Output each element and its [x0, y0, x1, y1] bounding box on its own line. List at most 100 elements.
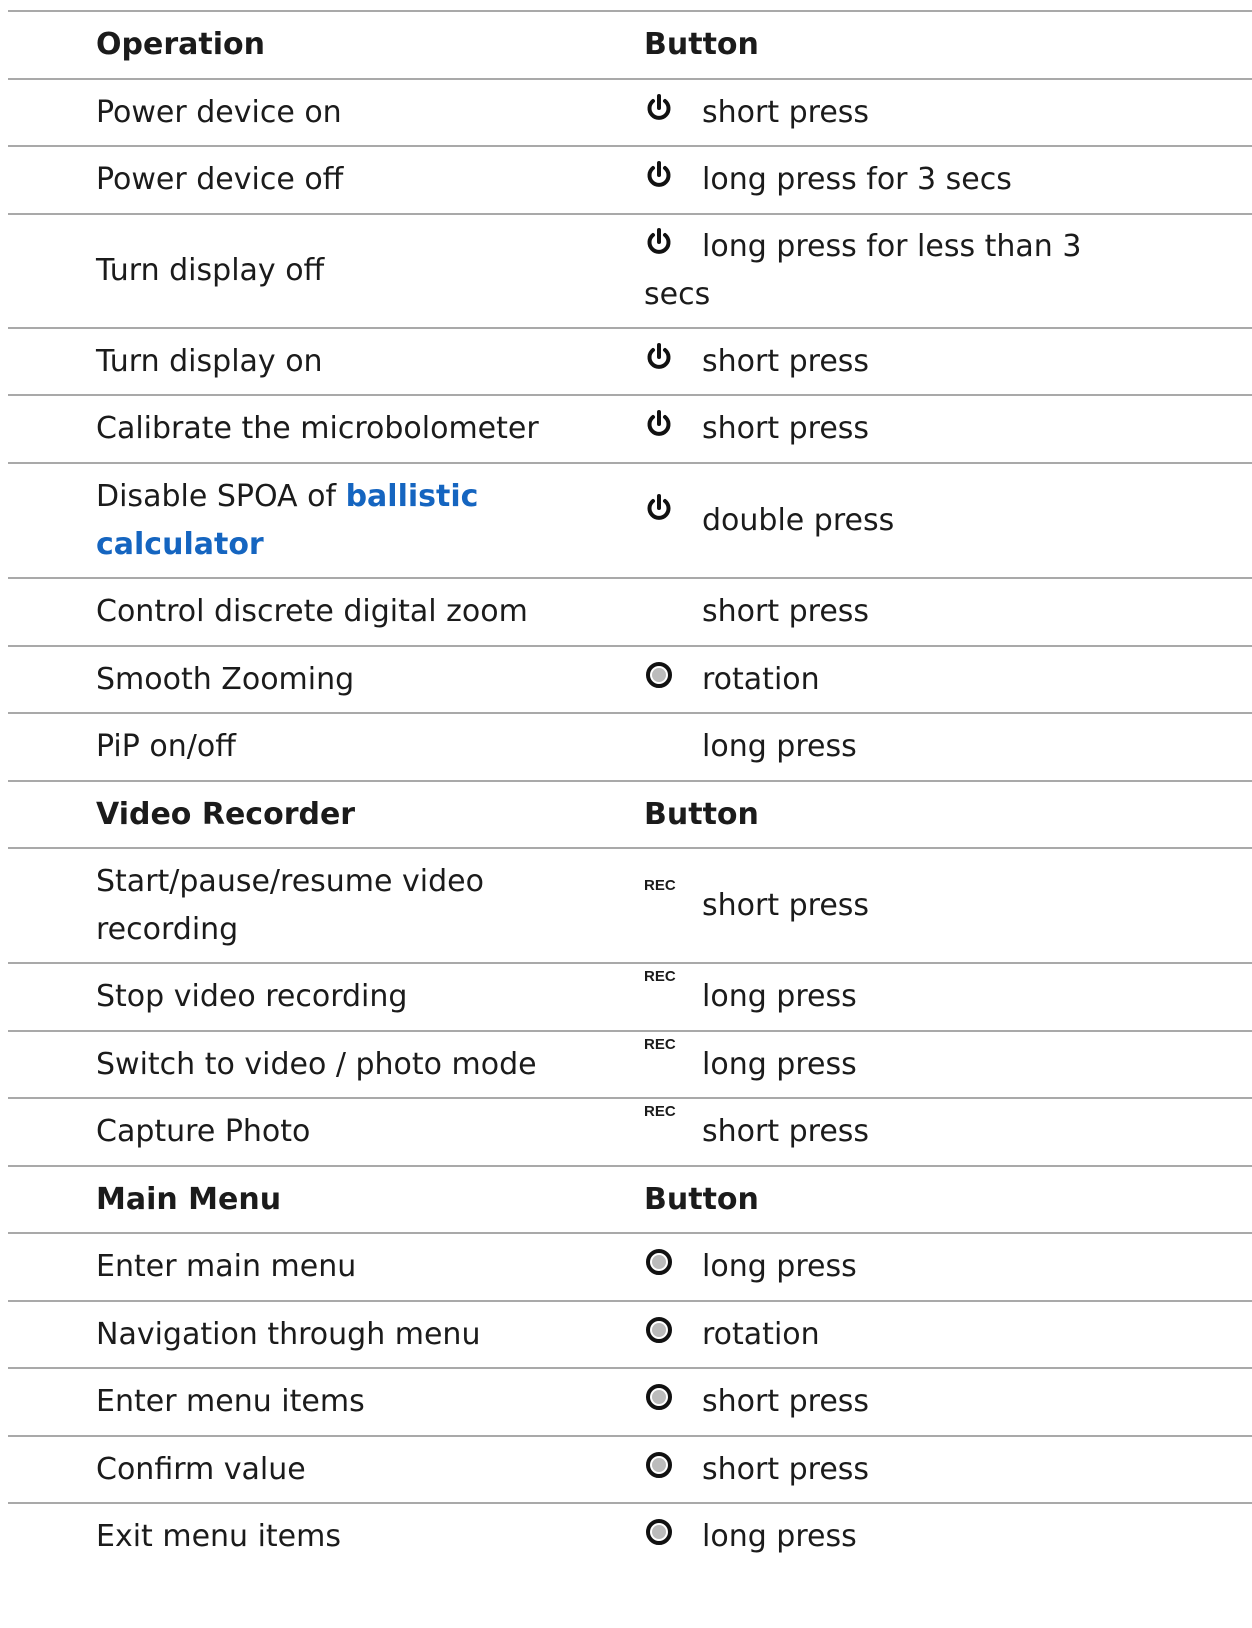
power-icon: [647, 342, 671, 369]
operation-cell: Turn display on: [96, 343, 323, 379]
operation-text: Disable SPOA of: [96, 478, 346, 514]
table-row: Calibrate the microbolometer short press: [8, 394, 1252, 462]
action-text-line2: secs: [644, 277, 711, 312]
header-main-menu: Main Menu: [96, 1181, 282, 1217]
table-row: Enter main menu long press: [8, 1232, 1252, 1300]
table-row: Confirm value short press: [8, 1435, 1252, 1502]
action-text: short press: [702, 594, 870, 629]
table-row: Switch to video / photo mode REC long pr…: [8, 1030, 1252, 1097]
table-row: Start/pause/resume video recording REC s…: [8, 847, 1252, 962]
table-row: Smooth Zooming rotation: [8, 645, 1252, 712]
action-text: short press: [702, 94, 870, 130]
table-row: Exit menu items long press: [8, 1502, 1252, 1570]
button-cell: short press: [640, 588, 1252, 636]
button-cell: REC long press: [640, 1037, 1252, 1089]
ballistic-calculator-link-line2[interactable]: calculator: [96, 527, 264, 562]
header-button: Button: [644, 796, 759, 832]
operation-cell: Power device off: [96, 162, 344, 197]
operation-cell: Turn display off: [96, 253, 325, 288]
operation-cell: PiP on/off: [96, 729, 236, 764]
action-text: short press: [702, 1384, 870, 1419]
operation-cell: Control discrete digital zoom: [96, 594, 528, 629]
button-cell: short press: [640, 1446, 1252, 1494]
table-row: Capture Photo REC short press: [8, 1097, 1252, 1165]
action-text: short press: [702, 1114, 870, 1149]
action-text: long press for 3 secs: [702, 162, 1012, 197]
header-video-recorder: Video Recorder: [96, 796, 356, 832]
dial-icon: [646, 1384, 672, 1410]
dial-icon: [646, 1316, 672, 1343]
button-cell: long press: [640, 1513, 1252, 1561]
button-cell: REC long press: [640, 969, 1252, 1021]
dial-icon: [646, 1249, 672, 1275]
button-cell: rotation: [640, 656, 1252, 704]
operation-cell: Enter main menu: [96, 1249, 357, 1284]
header-button: Button: [644, 27, 759, 62]
button-cell: short press: [640, 1378, 1252, 1426]
button-cell: REC short press: [640, 878, 1252, 930]
table-row: Power device on short press: [8, 78, 1252, 145]
rec-icon: REC: [644, 876, 676, 894]
operation-cell: Start/pause/resume video recording: [8, 858, 640, 954]
button-cell: rotation: [640, 1311, 1252, 1359]
action-text: short press: [702, 411, 870, 446]
controls-table: Operation Button Power device on short p…: [8, 10, 1252, 1570]
button-cell: double press: [640, 493, 1252, 545]
table-row: Power device off long press for 3 secs: [8, 145, 1252, 213]
operation-text-line1: Start/pause/resume video: [96, 863, 484, 899]
table-row: PiP on/off long press: [8, 712, 1252, 780]
dial-icon: [646, 661, 672, 688]
action-text: long press: [702, 1249, 857, 1284]
button-cell: long press: [640, 1243, 1252, 1291]
action-text: double press: [702, 502, 895, 538]
button-cell: long press for 3 secs: [640, 156, 1252, 204]
operation-cell: Disable SPOA of ballistic calculator: [8, 473, 640, 569]
operation-cell: Power device on: [96, 94, 342, 130]
table-row: Stop video recording REC long press: [8, 962, 1252, 1030]
header-button: Button: [644, 1181, 759, 1217]
button-cell: short press: [640, 338, 1252, 386]
video-header-row: Video Recorder Button: [8, 780, 1252, 847]
action-text: short press: [702, 887, 870, 923]
action-text: short press: [702, 1451, 870, 1487]
operation-cell: Calibrate the microbolometer: [96, 411, 539, 446]
operation-cell: Confirm value: [96, 1451, 306, 1487]
action-text: short press: [702, 343, 870, 379]
action-text: long press: [702, 1519, 857, 1554]
rec-icon: REC: [644, 1035, 676, 1053]
button-cell: long press: [640, 723, 1252, 771]
operation-text-line2: recording: [96, 911, 239, 947]
operation-header-row: Operation Button: [8, 10, 1252, 78]
operation-cell: Navigation through menu: [96, 1316, 481, 1352]
dial-icon: [646, 1451, 672, 1478]
power-icon: [647, 410, 671, 436]
table-row: Control discrete digital zoom short pres…: [8, 577, 1252, 645]
table-row: Disable SPOA of ballistic calculator dou…: [8, 462, 1252, 577]
power-icon: [647, 493, 671, 520]
power-icon: [647, 228, 671, 254]
button-cell: long press for less than 3 secs: [640, 223, 1252, 319]
action-text-line1: long press for less than 3: [702, 229, 1082, 264]
operation-cell: Capture Photo: [96, 1114, 311, 1149]
action-text: long press: [702, 729, 857, 764]
rec-icon: REC: [644, 968, 676, 985]
button-cell: REC short press: [640, 1104, 1252, 1156]
operation-cell: Switch to video / photo mode: [96, 1046, 537, 1082]
operation-cell: Enter menu items: [96, 1384, 365, 1419]
power-icon: [647, 161, 671, 187]
button-cell: short press: [640, 89, 1252, 137]
dial-icon: [646, 1519, 672, 1545]
button-cell: short press: [640, 405, 1252, 453]
operation-cell: Smooth Zooming: [96, 661, 355, 697]
table-row: Navigation through menu rotation: [8, 1300, 1252, 1367]
ballistic-calculator-link[interactable]: ballistic: [346, 479, 479, 514]
table-row: Turn display off long press for less tha…: [8, 213, 1252, 327]
rec-icon: REC: [644, 1103, 676, 1120]
table-row: Turn display on short press: [8, 327, 1252, 394]
table-row: Enter menu items short press: [8, 1367, 1252, 1435]
power-icon: [647, 93, 671, 120]
operation-cell: Stop video recording: [96, 979, 408, 1014]
menu-header-row: Main Menu Button: [8, 1165, 1252, 1232]
operation-cell: Exit menu items: [96, 1519, 341, 1554]
header-operation: Operation: [96, 27, 265, 62]
